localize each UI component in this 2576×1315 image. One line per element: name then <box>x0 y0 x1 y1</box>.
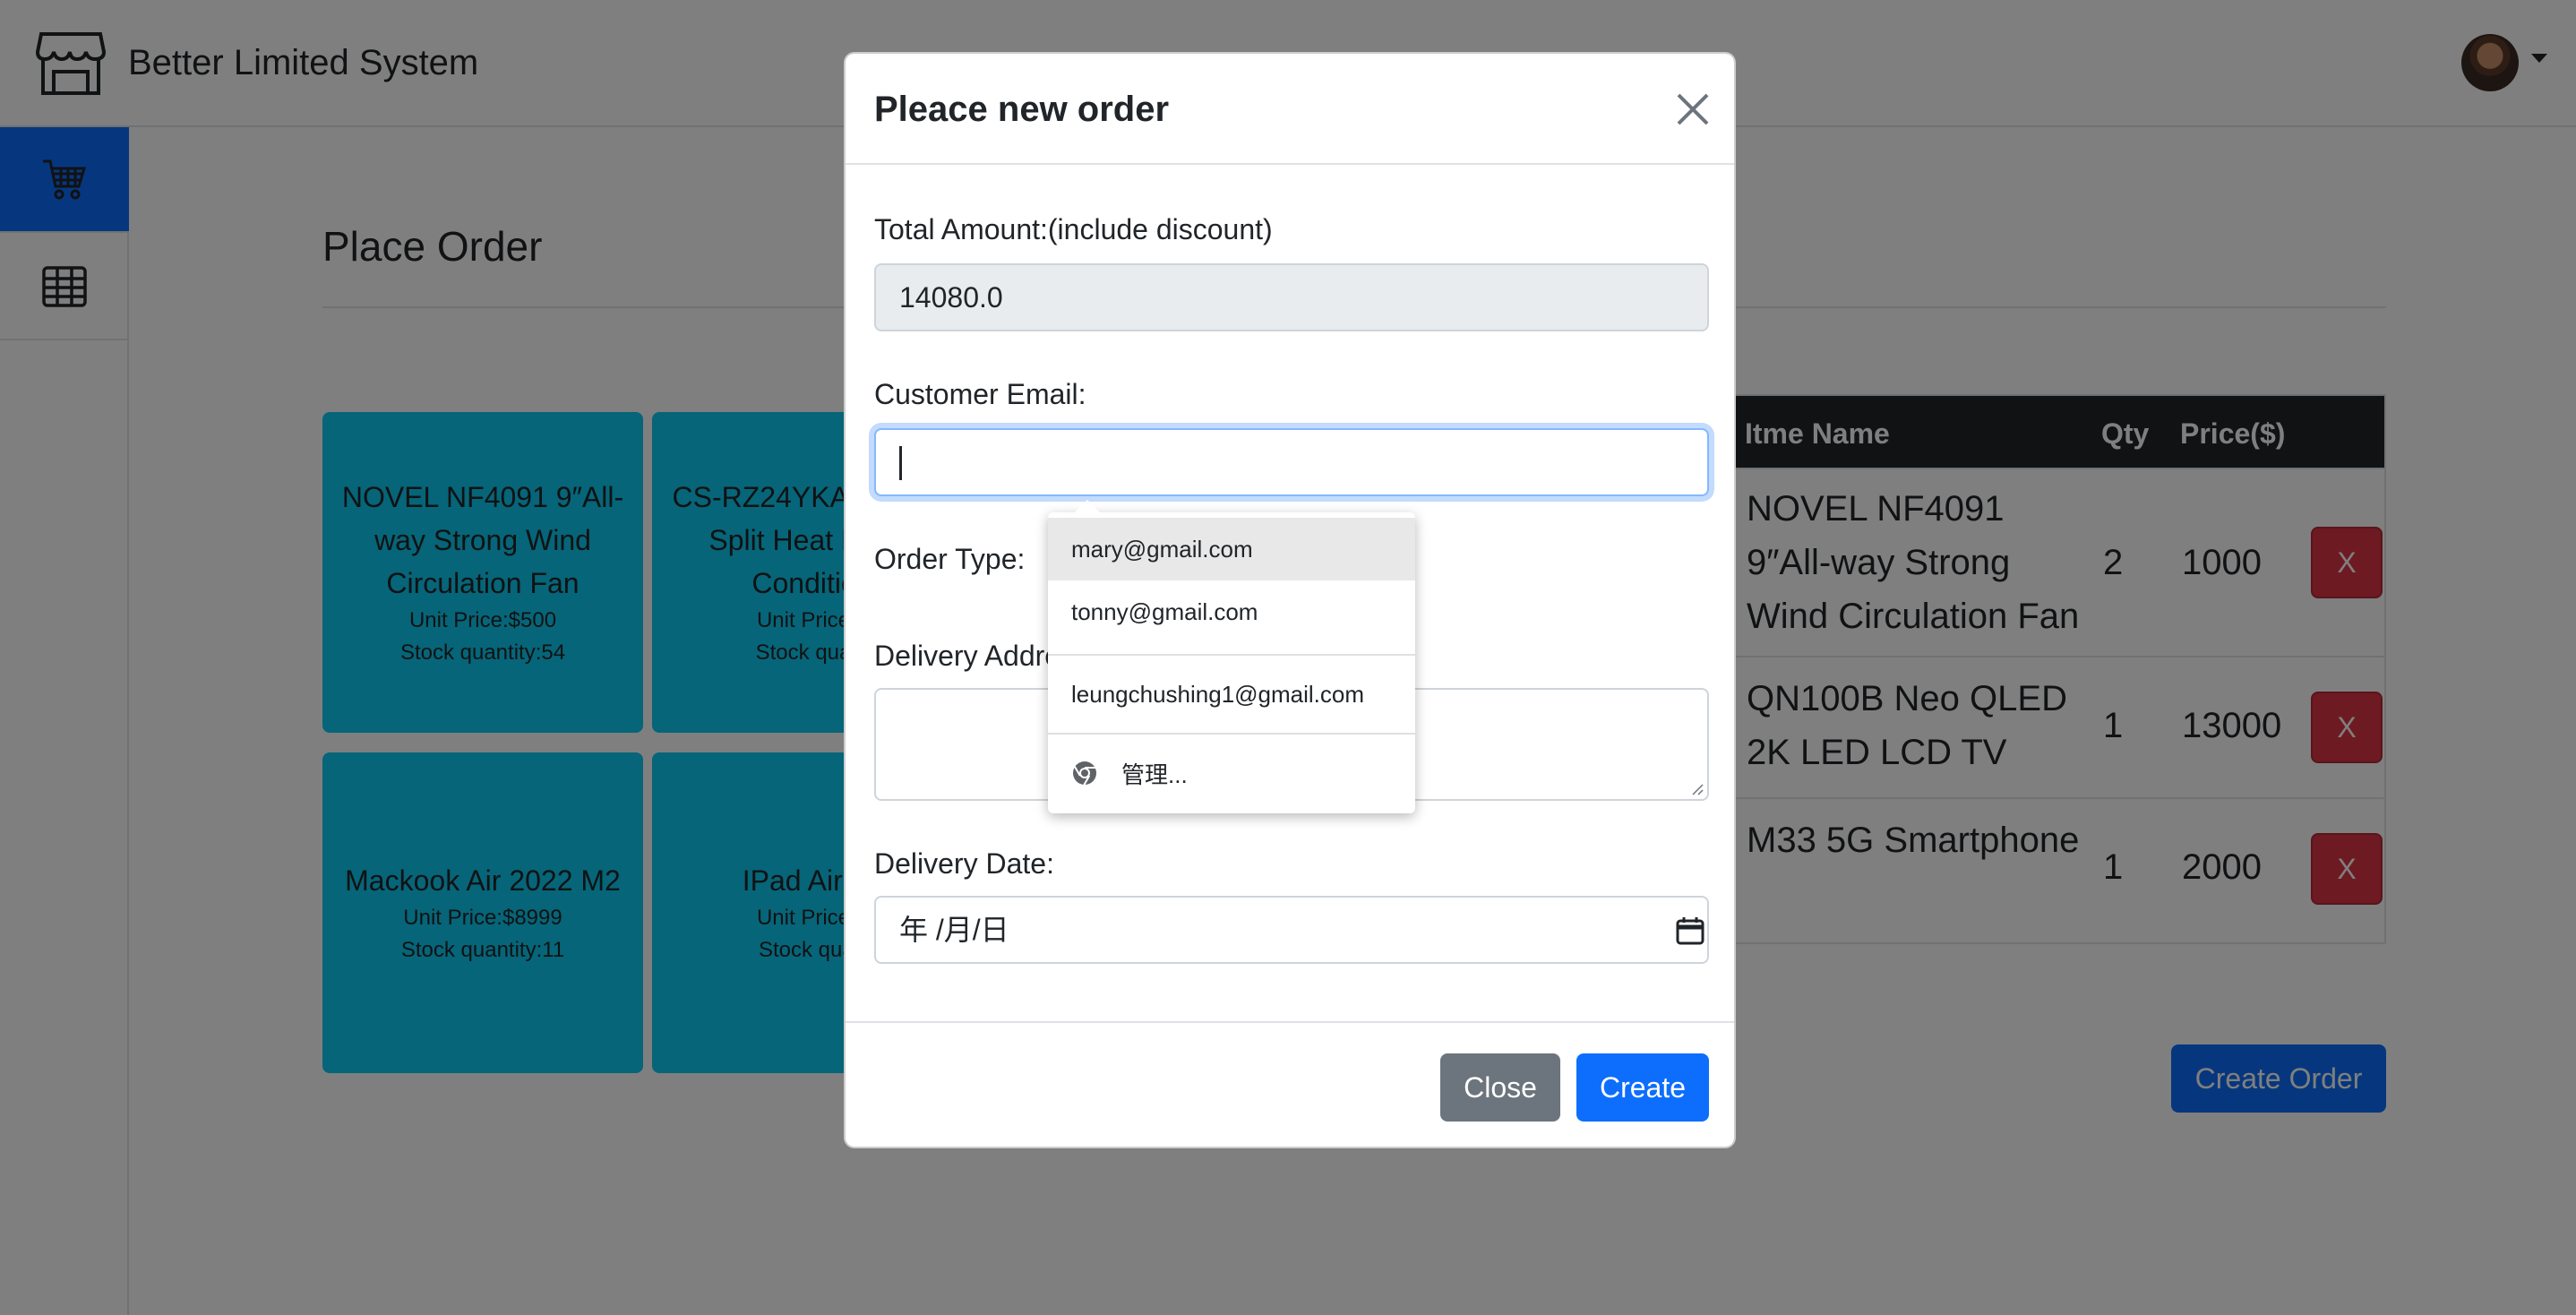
delivery-date-input[interactable]: 年 /月/日 <box>874 896 1709 964</box>
modal-header: Pleace new order <box>846 54 1734 165</box>
calendar-icon[interactable] <box>1675 915 1705 946</box>
autocomplete-option[interactable]: tonny@gmail.com <box>1048 580 1415 643</box>
email-autocomplete-dropdown: mary@gmail.com tonny@gmail.com leungchus… <box>1048 500 1415 813</box>
resize-grip-icon[interactable] <box>1689 781 1704 795</box>
customer-email-input[interactable] <box>874 428 1709 496</box>
create-button[interactable]: Create <box>1576 1053 1709 1122</box>
text-caret <box>899 446 902 480</box>
date-placeholder: 年 /月/日 <box>899 914 1009 946</box>
manage-label: 管理... <box>1121 761 1188 788</box>
dropdown-pointer <box>1075 500 1100 512</box>
delivery-address-label: Delivery Addre <box>874 640 1061 672</box>
autocomplete-option[interactable]: mary@gmail.com <box>1048 518 1415 580</box>
close-icon[interactable] <box>1673 90 1713 129</box>
order-type-label: Order Type: <box>874 543 1026 575</box>
chrome-icon <box>1073 761 1096 786</box>
close-button[interactable]: Close <box>1440 1053 1560 1122</box>
manage-autofill-option[interactable]: 管理... <box>1048 735 1415 812</box>
delivery-date-label: Delivery Date: <box>874 847 1054 880</box>
total-amount-label: Total Amount:(include discount) <box>874 213 1273 245</box>
total-amount-field: 14080.0 <box>874 263 1709 331</box>
app-root: Better Limited System Place Order NOVEL … <box>0 0 2576 1315</box>
modal-title: Pleace new order <box>874 90 1170 129</box>
modal-footer: Close Create <box>846 1021 1734 1147</box>
customer-email-label: Customer Email: <box>874 378 1086 410</box>
autocomplete-option[interactable]: leungchushing1@gmail.com <box>1048 656 1415 733</box>
